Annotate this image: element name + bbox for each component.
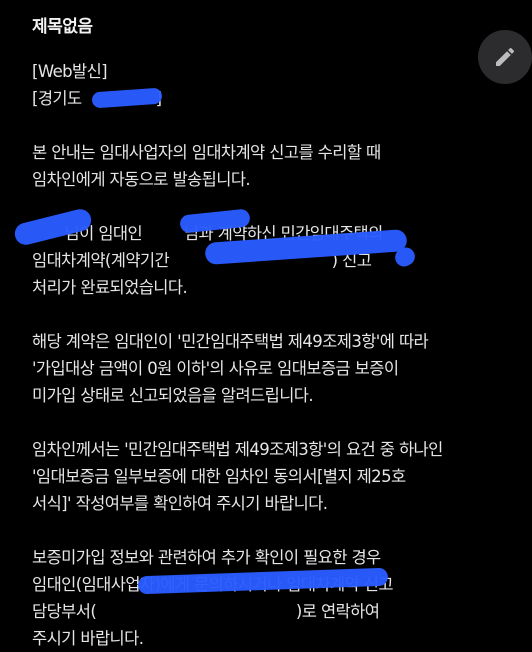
paragraph-3-line-2: '가입대상 금액이 0원 이하'의 사유로 임대보증금 보증이	[32, 359, 399, 378]
page-title: 제목없음	[32, 17, 93, 37]
web-sender-tag: [Web발신]	[32, 62, 108, 81]
paragraph-3-line-1: 해당 계약은 임대인이 '민간임대주택법 제49조제3항'에 따라	[32, 332, 429, 351]
paragraph-4-line-1: 임차인께서는 '민간임대주택법 제49조제3항'의 요건 중 하나인	[32, 440, 443, 459]
paragraph-5-line-3: 담당부서( )로 연락하여	[32, 602, 380, 621]
paragraph-4-line-3: 서식]' 작성여부를 확인하여 주시기 바랍니다.	[32, 494, 328, 513]
region-prefix: [경기도	[32, 89, 82, 108]
paragraph-5-line-4: 주시기 바랍니다.	[32, 629, 144, 648]
paragraph-1-line-2: 임차인에게 자동으로 발송됩니다.	[32, 170, 251, 189]
paragraph-1-line-1: 본 안내는 임대사업자의 임대차계약 신고를 수리할 때	[32, 143, 381, 162]
paragraph-2-line-3: 처리가 완료되었습니다.	[32, 278, 188, 297]
paragraph-4-line-2: '임대보증금 일부보증에 대한 임차인 동의서[별지 제25호	[32, 467, 406, 486]
paragraph-5-line-1: 보증미가입 정보와 관련하여 추가 확인이 필요한 경우	[32, 548, 381, 567]
message-body: [Web발신] [경기도] 본 안내는 임대사업자의 임대차계약 신고를 수리할…	[32, 58, 522, 652]
paragraph-3-line-3: 미가입 상태로 신고되었음을 알려드립니다.	[32, 386, 314, 405]
